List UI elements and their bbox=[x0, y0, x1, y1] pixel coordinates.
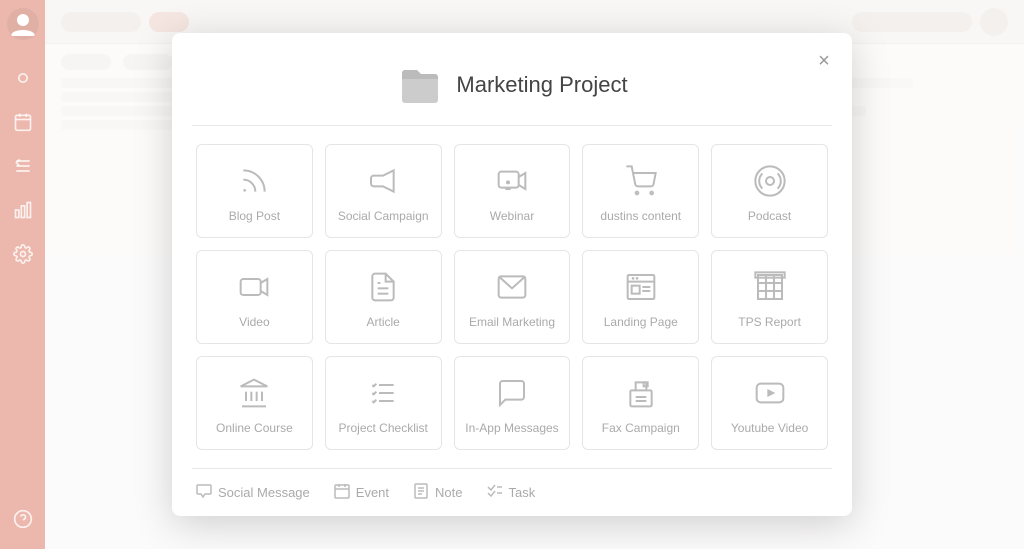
podcast-label: Podcast bbox=[748, 209, 791, 223]
content-card-tps-report[interactable]: TPS Report bbox=[711, 250, 828, 344]
video-chat-icon bbox=[494, 163, 530, 199]
content-card-email-marketing[interactable]: Email Marketing bbox=[454, 250, 571, 344]
footer-social-message-label: Social Message bbox=[218, 485, 310, 500]
video-label: Video bbox=[239, 315, 269, 329]
content-card-blog-post[interactable]: Blog Post bbox=[196, 144, 313, 238]
content-grid: Blog Post Social Campaign Webinar bbox=[196, 144, 828, 450]
in-app-messages-label: In-App Messages bbox=[465, 421, 558, 435]
modal-title: Marketing Project bbox=[456, 72, 627, 98]
article-icon bbox=[365, 269, 401, 305]
social-campaign-label: Social Campaign bbox=[338, 209, 429, 223]
close-button[interactable]: × bbox=[810, 47, 838, 75]
institution-icon bbox=[236, 375, 272, 411]
modal-overlay: × Marketing Project Blog Post bbox=[0, 0, 1024, 549]
email-icon bbox=[494, 269, 530, 305]
content-card-video[interactable]: Video bbox=[196, 250, 313, 344]
tps-report-label: TPS Report bbox=[738, 315, 801, 329]
content-card-project-checklist[interactable]: Project Checklist bbox=[325, 356, 442, 450]
footer-note-label: Note bbox=[435, 485, 462, 500]
modal-header: Marketing Project bbox=[172, 33, 852, 125]
landing-page-icon bbox=[623, 269, 659, 305]
webinar-label: Webinar bbox=[490, 209, 534, 223]
content-card-podcast[interactable]: Podcast bbox=[711, 144, 828, 238]
content-grid-area: Blog Post Social Campaign Webinar bbox=[172, 126, 852, 468]
content-card-webinar[interactable]: Webinar bbox=[454, 144, 571, 238]
footer-social-message[interactable]: Social Message bbox=[196, 483, 310, 502]
content-card-landing-page[interactable]: Landing Page bbox=[582, 250, 699, 344]
modal-footer: Social Message Event Note Task bbox=[172, 469, 852, 516]
content-card-in-app-messages[interactable]: In-App Messages bbox=[454, 356, 571, 450]
megaphone-icon bbox=[365, 163, 401, 199]
landing-page-label: Landing Page bbox=[604, 315, 678, 329]
youtube-icon bbox=[752, 375, 788, 411]
task-icon bbox=[487, 483, 503, 502]
podcast-icon bbox=[752, 163, 788, 199]
checklist-icon bbox=[365, 375, 401, 411]
project-checklist-label: Project Checklist bbox=[339, 421, 428, 435]
email-marketing-label: Email Marketing bbox=[469, 315, 555, 329]
folder-icon bbox=[396, 61, 444, 109]
note-icon bbox=[413, 483, 429, 502]
video-icon bbox=[236, 269, 272, 305]
content-card-youtube-video[interactable]: Youtube Video bbox=[711, 356, 828, 450]
bubble-icon bbox=[494, 375, 530, 411]
footer-note[interactable]: Note bbox=[413, 483, 462, 502]
article-label: Article bbox=[367, 315, 400, 329]
youtube-video-label: Youtube Video bbox=[731, 421, 808, 435]
social-message-icon bbox=[196, 483, 212, 502]
rss-icon bbox=[236, 163, 272, 199]
dustins-content-label: dustins content bbox=[600, 209, 681, 223]
footer-event-label: Event bbox=[356, 485, 389, 500]
content-card-fax-campaign[interactable]: Fax Campaign bbox=[582, 356, 699, 450]
blog-post-label: Blog Post bbox=[229, 209, 280, 223]
content-card-social-campaign[interactable]: Social Campaign bbox=[325, 144, 442, 238]
building-icon bbox=[752, 269, 788, 305]
online-course-label: Online Course bbox=[216, 421, 293, 435]
footer-event[interactable]: Event bbox=[334, 483, 389, 502]
content-card-article[interactable]: Article bbox=[325, 250, 442, 344]
content-card-online-course[interactable]: Online Course bbox=[196, 356, 313, 450]
cart-icon bbox=[623, 163, 659, 199]
fax-campaign-label: Fax Campaign bbox=[602, 421, 680, 435]
fax-icon bbox=[623, 375, 659, 411]
content-card-dustins-content[interactable]: dustins content bbox=[582, 144, 699, 238]
footer-task-label: Task bbox=[509, 485, 536, 500]
modal-dialog: × Marketing Project Blog Post bbox=[172, 33, 852, 516]
footer-task[interactable]: Task bbox=[487, 483, 536, 502]
event-icon bbox=[334, 483, 350, 502]
